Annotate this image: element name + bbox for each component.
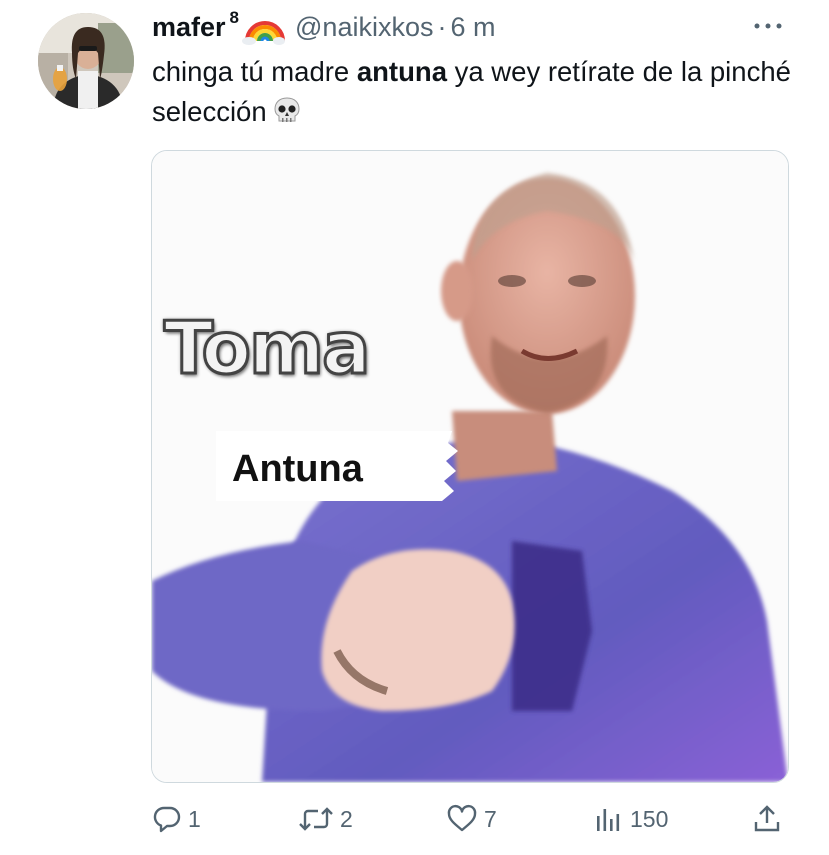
views-button[interactable]: 150 [594,797,668,841]
reply-icon [153,806,181,833]
tweet-time[interactable]: 6 m [450,12,495,43]
tweet-text: chinga tú madre antuna ya wey retírate d… [152,52,812,132]
views-icon [597,809,620,831]
separator-dot: · [437,11,447,42]
like-count: 7 [484,805,497,832]
share-button[interactable] [752,797,782,841]
like-button[interactable]: 7 [446,797,497,841]
caption-antuna: Antuna [232,448,363,490]
tweet-header: mafer 8 @naikixkos · 6 m [152,8,496,45]
views-count: 150 [630,805,669,832]
action-bar: 1 2 7 150 [0,797,829,841]
retweet-icon [299,807,333,831]
share-icon [754,805,780,832]
tweet-text-bold: antuna [356,56,447,87]
tweet-media[interactable]: Toma Antuna [151,150,789,783]
skull-icon [271,95,303,127]
display-name[interactable]: mafer [152,12,226,43]
reply-button[interactable]: 1 [152,797,201,841]
more-options-button[interactable] [750,12,786,40]
tweet-text-before: chinga tú madre [152,56,357,87]
more-icon [754,23,782,29]
avatar-image [38,13,134,109]
user-handle[interactable]: @naikixkos [295,12,433,43]
avatar[interactable] [38,13,134,109]
retweet-button[interactable]: 2 [298,797,353,841]
name-suffix: 8 [229,8,240,27]
reply-count: 1 [188,805,201,832]
rainbow-icon [241,9,286,45]
retweet-count: 2 [340,805,353,832]
caption-toma: Toma [163,305,373,392]
heart-icon [447,804,477,832]
